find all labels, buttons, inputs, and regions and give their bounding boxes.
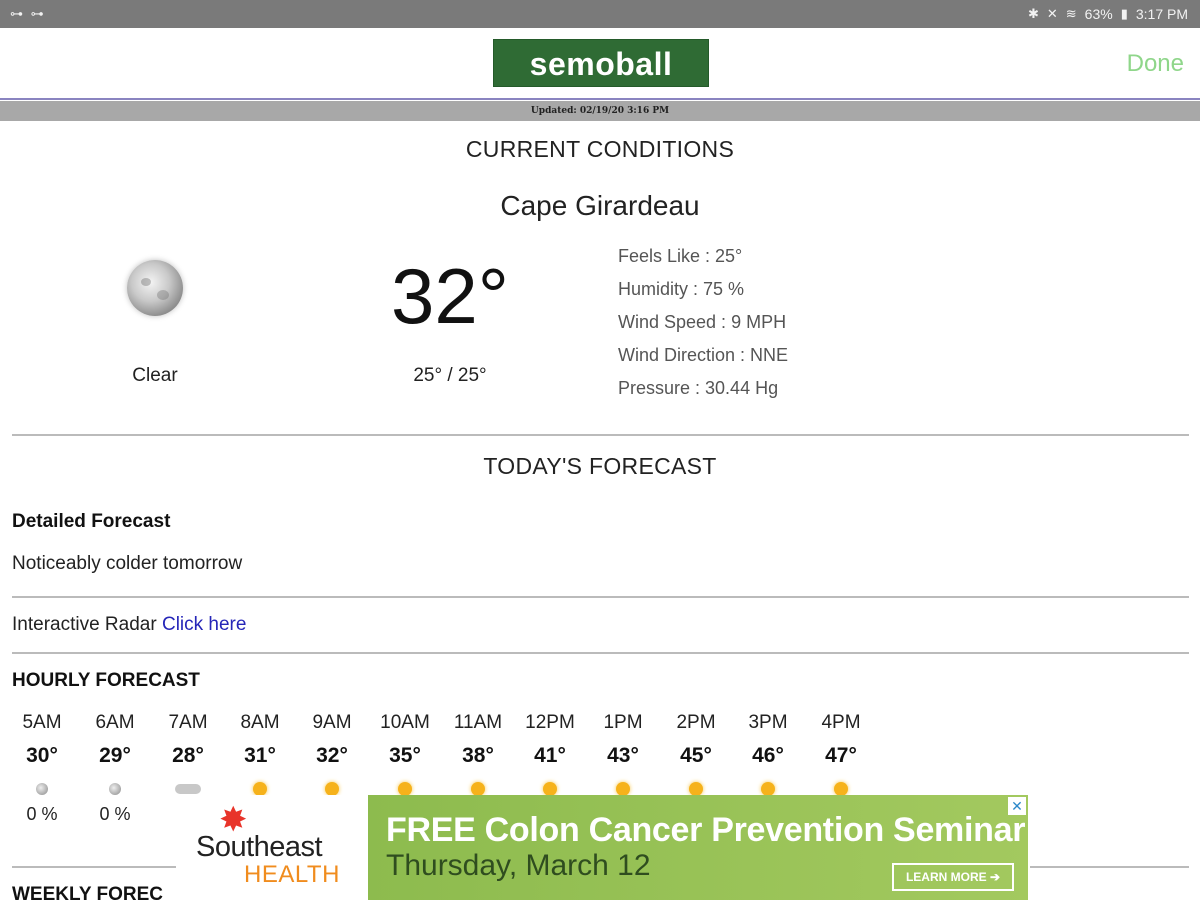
hourly-item: 6AM 29° 0 % (79, 712, 151, 825)
ad-body[interactable]: FREE Colon Cancer Prevention Seminar Thu… (368, 795, 1028, 900)
hourly-item: 4PM 47° (805, 712, 877, 804)
moon-icon (109, 783, 121, 795)
hour-time: 11AM (453, 712, 503, 733)
condition-label: Clear (132, 365, 178, 386)
sun-icon (325, 782, 339, 796)
hour-time: 6AM (95, 712, 135, 733)
hour-time: 8AM (240, 712, 280, 733)
weekly-forecast-heading: WEEKLY FOREC (12, 884, 163, 900)
mute-icon: ✕ (1046, 6, 1058, 21)
ad-subline: Thursday, March 12 (386, 849, 651, 882)
feels-like: Feels Like : 25° (618, 246, 743, 266)
ad-brand-line2: HEALTH (244, 861, 340, 888)
wind-speed: Wind Speed : 9 MPH (618, 312, 787, 332)
city-name: Cape Girardeau (500, 190, 700, 221)
ad-headline: FREE Colon Cancer Prevention Seminar (386, 811, 1026, 849)
detailed-forecast-text: Noticeably colder tomorrow (12, 553, 243, 574)
hour-temp: 30° (26, 744, 58, 767)
radar-label: Interactive Radar (12, 614, 157, 635)
hour-temp: 31° (244, 744, 276, 767)
hourly-item: 9AM 32° (296, 712, 368, 804)
hour-temp: 45° (680, 744, 712, 767)
todays-forecast-title: TODAY'S FORECAST (483, 453, 717, 479)
ad-banner[interactable]: ✸ Southeast HEALTH FREE Colon Cancer Pre… (176, 795, 1028, 900)
sun-icon (616, 782, 630, 796)
radar-row: Interactive Radar Click here (12, 614, 246, 636)
clock: 3:17 PM (1135, 6, 1188, 22)
pressure: Pressure : 30.44 Hg (618, 378, 779, 398)
battery-icon: ▮ (1120, 6, 1128, 21)
semoball-logo: semoball (493, 39, 709, 87)
updated-timestamp: Updated: 02/19/20 3:16 PM (0, 101, 1200, 121)
hour-temp: 46° (752, 744, 784, 767)
radar-link[interactable]: Click here (162, 614, 246, 635)
sun-icon (689, 782, 703, 796)
sun-icon (761, 782, 775, 796)
hourly-item: 12PM 41° (514, 712, 586, 804)
wifi-icon: ≋ (1065, 6, 1077, 21)
hour-temp: 35° (389, 744, 421, 767)
moon-icon (127, 260, 183, 316)
hi-lo-temperature: 25° / 25° (413, 365, 487, 386)
key-icon: ⊶ ⊶ (10, 6, 46, 21)
status-bar: ⊶ ⊶ ✱ ✕ ≋ 63% ▮ 3:17 PM (0, 0, 1200, 28)
hourly-item: 5AM 30° 0 % (6, 712, 78, 825)
current-conditions-title: CURRENT CONDITIONS (465, 136, 735, 162)
close-icon[interactable]: ✕ (1008, 797, 1026, 815)
detailed-forecast-heading: Detailed Forecast (12, 511, 171, 532)
divider (12, 866, 178, 868)
hour-precip: 0 % (26, 804, 58, 824)
hour-time: 7AM (168, 712, 208, 733)
cloud-icon (175, 784, 201, 794)
hour-time: 3PM (748, 712, 788, 733)
hour-temp: 28° (172, 744, 204, 767)
done-button[interactable]: Done (1127, 50, 1184, 78)
battery-level: 63% (1084, 6, 1113, 22)
hour-temp: 41° (534, 744, 566, 767)
wind-direction: Wind Direction : NNE (618, 345, 789, 365)
conditions-details: Feels Like : 25° Humidity : 75 % Wind Sp… (618, 244, 788, 409)
app-header: semoball Done (0, 28, 1200, 100)
hourly-item: 11AM 38° (442, 712, 514, 804)
current-temperature: 32° (391, 252, 509, 340)
ad-brand-line1: Southeast (196, 831, 323, 863)
sun-icon (543, 782, 557, 796)
divider (12, 596, 1189, 598)
hour-temp: 43° (607, 744, 639, 767)
hourly-item: 2PM 45° (660, 712, 732, 804)
status-right: ✱ ✕ ≋ 63% ▮ 3:17 PM (1028, 6, 1188, 22)
hour-temp: 38° (462, 744, 494, 767)
hour-time: 9AM (312, 712, 352, 733)
hour-temp: 47° (825, 744, 857, 767)
hourly-item: 8AM 31° (224, 712, 296, 804)
moon-icon (36, 783, 48, 795)
hour-time: 1PM (603, 712, 643, 733)
hour-time: 12PM (525, 712, 575, 733)
divider (1030, 866, 1189, 868)
bluetooth-icon: ✱ (1027, 6, 1039, 21)
learn-more-button[interactable]: LEARN MORE ➔ (892, 863, 1014, 891)
southeast-health-logo: ✸ Southeast HEALTH (176, 795, 368, 900)
hourly-item: 3PM 46° (732, 712, 804, 804)
humidity: Humidity : 75 % (618, 279, 745, 299)
hourly-item: 7AM 28° (152, 712, 224, 804)
hour-time: 10AM (380, 712, 430, 733)
hour-time: 2PM (676, 712, 716, 733)
sun-icon (834, 782, 848, 796)
hourly-item: 1PM 43° (587, 712, 659, 804)
sun-icon (253, 782, 267, 796)
hour-time: 5AM (22, 712, 62, 733)
hour-time: 4PM (821, 712, 861, 733)
hour-temp: 32° (316, 744, 348, 767)
divider (12, 434, 1189, 436)
sun-icon (398, 782, 412, 796)
hourly-forecast-heading: HOURLY FORECAST (12, 670, 200, 691)
hourly-item: 10AM 35° (369, 712, 441, 804)
hour-precip: 0 % (99, 804, 131, 824)
sun-icon (471, 782, 485, 796)
divider (12, 652, 1189, 654)
hour-temp: 29° (99, 744, 131, 767)
